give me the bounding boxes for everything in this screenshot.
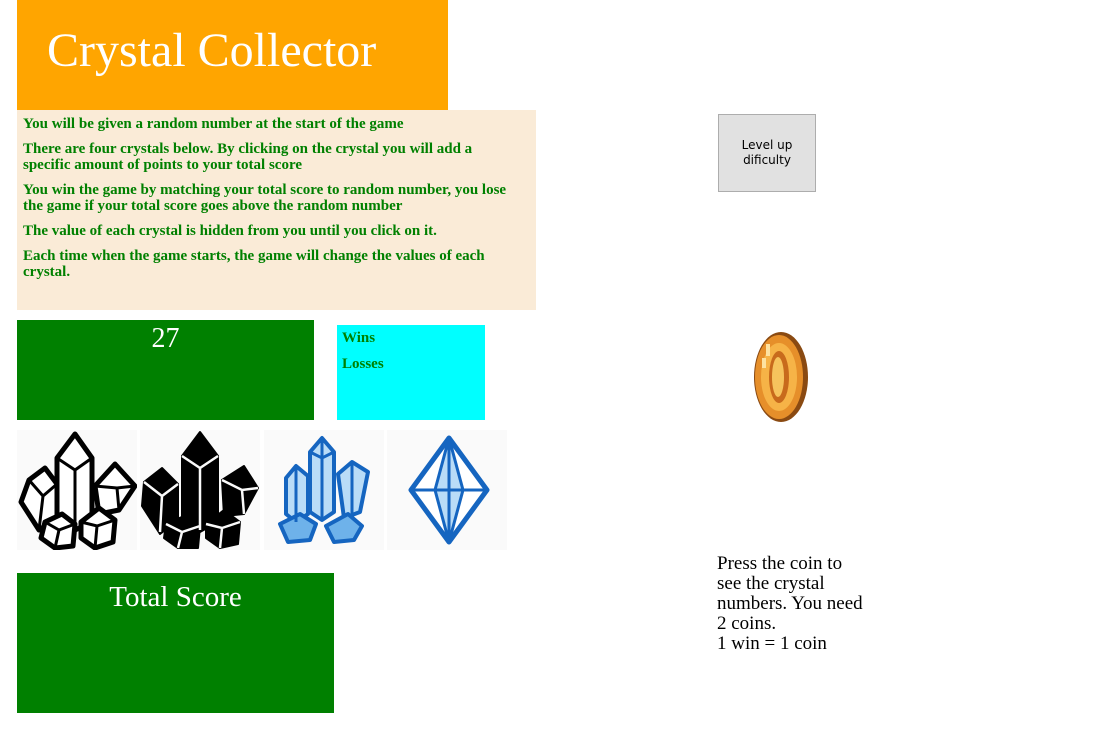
page-title: Crystal Collector — [47, 24, 377, 77]
coin-instructions-line: Press the coin to see the crystal number… — [717, 553, 863, 634]
crystal-button-1[interactable] — [17, 430, 137, 550]
coin-icon — [754, 332, 808, 422]
diamond-blue-icon — [408, 435, 490, 545]
rule-text: You win the game by matching your total … — [23, 182, 507, 214]
losses-label: Losses — [342, 356, 384, 372]
rule-text: You will be given a random number at the… — [23, 116, 404, 132]
rule-text: There are four crystals below. By clicki… — [23, 141, 473, 173]
crystal-outline-icon — [18, 431, 137, 550]
random-number: 27 — [151, 323, 180, 354]
crystal-button-2[interactable] — [140, 430, 260, 550]
total-score-label: Total Score — [109, 581, 242, 613]
crystal-button-3[interactable] — [264, 430, 384, 550]
rule-text: The value of each crystal is hidden from… — [23, 223, 437, 239]
title-banner: Crystal Collector — [17, 0, 448, 110]
crystal-solid-icon — [141, 431, 259, 549]
random-number-box: 27 — [17, 320, 314, 420]
coin-instructions: Press the coin to see the crystal number… — [717, 554, 867, 654]
coin-button[interactable] — [752, 330, 810, 425]
rules-panel: You will be given a random number at the… — [17, 110, 536, 310]
scoreboard: Wins Losses — [337, 325, 485, 420]
coin-rate-line: 1 win = 1 coin — [717, 633, 827, 654]
total-score-box: Total Score — [17, 573, 334, 713]
crystal-cluster-blue-icon — [278, 436, 370, 544]
crystal-button-4[interactable] — [387, 430, 507, 550]
wins-label: Wins — [342, 330, 376, 346]
rule-text: Each time when the game starts, the game… — [23, 248, 485, 280]
level-up-button[interactable]: Level up dificulty — [718, 114, 816, 192]
